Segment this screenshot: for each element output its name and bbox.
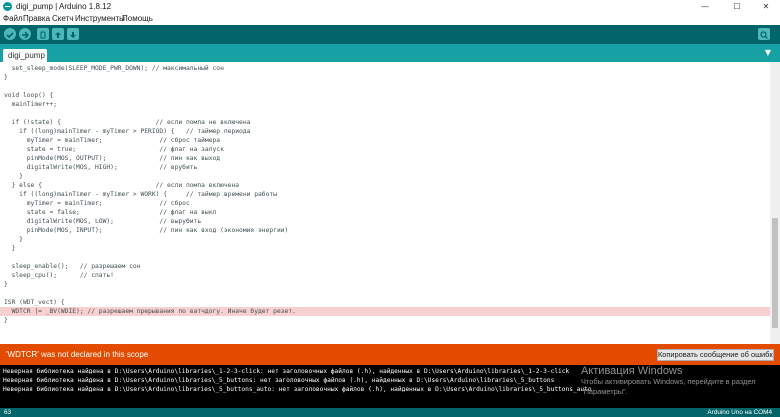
code-line: set_sleep_mode(SLEEP_MODE_PWR_DOWN); // … — [4, 65, 224, 72]
editor-scrollbar-thumb[interactable] — [772, 218, 778, 328]
console-output[interactable]: Неверная библиотека найдена в D:\Users\A… — [0, 365, 780, 408]
code-line: } else { // если помпа включена — [4, 182, 240, 189]
tab-bar: digi_pump ▼ — [0, 44, 780, 62]
code-line: } — [4, 173, 23, 180]
new-icon — [40, 31, 46, 39]
console-line: Неверная библиотека найдена в D:\Users\A… — [3, 386, 592, 393]
new-sketch-button[interactable] — [37, 28, 49, 40]
arduino-logo-icon — [3, 2, 12, 11]
verify-button[interactable] — [4, 28, 16, 40]
code-line: digitalWrite(MOS, HIGH); // врубить — [4, 164, 198, 171]
save-sketch-button[interactable] — [67, 28, 79, 40]
upload-icon — [22, 31, 29, 39]
code-line: } — [4, 281, 8, 288]
console-line: Неверная библиотека найдена в D:\Users\A… — [3, 368, 570, 375]
title-bar: digi_pump | Arduino 1.8.12 — ☐ ✕ — [0, 0, 780, 13]
code-line: } — [4, 317, 8, 324]
close-button[interactable]: ✕ — [751, 0, 780, 13]
window-title: digi_pump | Arduino 1.8.12 — [16, 2, 112, 11]
code-line: if (!state) { // если помпа не включена — [4, 119, 251, 126]
error-bar: 'WDTCR' was not declared in this scope К… — [0, 344, 780, 365]
verify-icon — [6, 32, 14, 39]
menu-bar: Файл Правка Скетч Инструменты Помощь — [0, 13, 780, 25]
code-line: sleep_enable(); // разрешаем сон — [4, 263, 141, 270]
chevron-down-icon: ▼ — [764, 48, 772, 57]
code-line: if ((long)mainTimer - myTimer > WORK) { … — [4, 191, 277, 198]
code-line: if ((long)mainTimer - myTimer > PERIOD) … — [4, 128, 251, 135]
tab-digi-pump[interactable]: digi_pump — [3, 49, 47, 62]
menu-file[interactable]: Файл — [3, 13, 23, 25]
code-line-error: WDTCR |= _BV(WDIE); // разрешаем прерыва… — [0, 307, 770, 316]
code-line: digitalWrite(MOS, LOW); // вырубить — [4, 218, 202, 225]
code-line: } — [4, 236, 23, 243]
serial-monitor-icon — [760, 31, 768, 39]
menu-sketch[interactable]: Скетч — [52, 13, 73, 25]
code-line: mainTimer++; — [4, 101, 58, 108]
board-port: Arduino Uno на COM4 — [707, 409, 772, 416]
code-line: } — [4, 245, 16, 252]
toolbar — [0, 25, 780, 44]
code-line: myTimer = mainTimer; // сброс — [4, 200, 190, 207]
menu-help[interactable]: Помощь — [122, 13, 153, 25]
tab-menu-button[interactable]: ▼ — [762, 48, 774, 58]
code-line: void loop() { — [4, 92, 54, 99]
code-editor[interactable]: set_sleep_mode(SLEEP_MODE_PWR_DOWN); // … — [0, 62, 780, 344]
code-line: pinMode(MOS, OUTPUT); // пин как выход — [4, 155, 221, 162]
error-message: 'WDTCR' was not declared in this scope — [6, 350, 149, 359]
copy-error-button[interactable]: Копировать сообщение об ошибке — [657, 349, 774, 361]
save-icon — [70, 32, 76, 38]
code-line: state = false; // флаг на выкл — [4, 209, 217, 216]
windows-activation-watermark: Активация Windows Чтобы активировать Win… — [577, 365, 777, 397]
code-line: sleep_cpu(); // спать! — [4, 272, 114, 279]
serial-monitor-button[interactable] — [758, 28, 770, 40]
console-line: Неверная библиотека найдена в D:\Users\A… — [3, 377, 555, 384]
code-line: } — [4, 74, 8, 81]
code-line: ISR (WDT_vect) { — [4, 299, 65, 306]
code-line: myTimer = mainTimer; // сброс таймера — [4, 137, 221, 144]
open-sketch-button[interactable] — [52, 28, 64, 40]
menu-edit[interactable]: Правка — [23, 13, 50, 25]
watermark-subtitle: Чтобы активировать Windows, перейдите в … — [581, 377, 756, 396]
upload-button[interactable] — [19, 28, 31, 40]
tab-label: digi_pump — [8, 51, 45, 60]
maximize-button[interactable]: ☐ — [722, 0, 752, 13]
status-bar: 63 Arduino Uno на COM4 — [0, 408, 780, 417]
line-number: 63 — [4, 409, 12, 416]
code-line: pinMode(MOS, INPUT); // пин как вход (эк… — [4, 227, 289, 234]
open-icon — [55, 32, 61, 38]
minimize-button[interactable]: — — [690, 0, 720, 13]
code-line: state = true; // флаг на запуск — [4, 146, 224, 153]
menu-tools[interactable]: Инструменты — [75, 13, 125, 25]
